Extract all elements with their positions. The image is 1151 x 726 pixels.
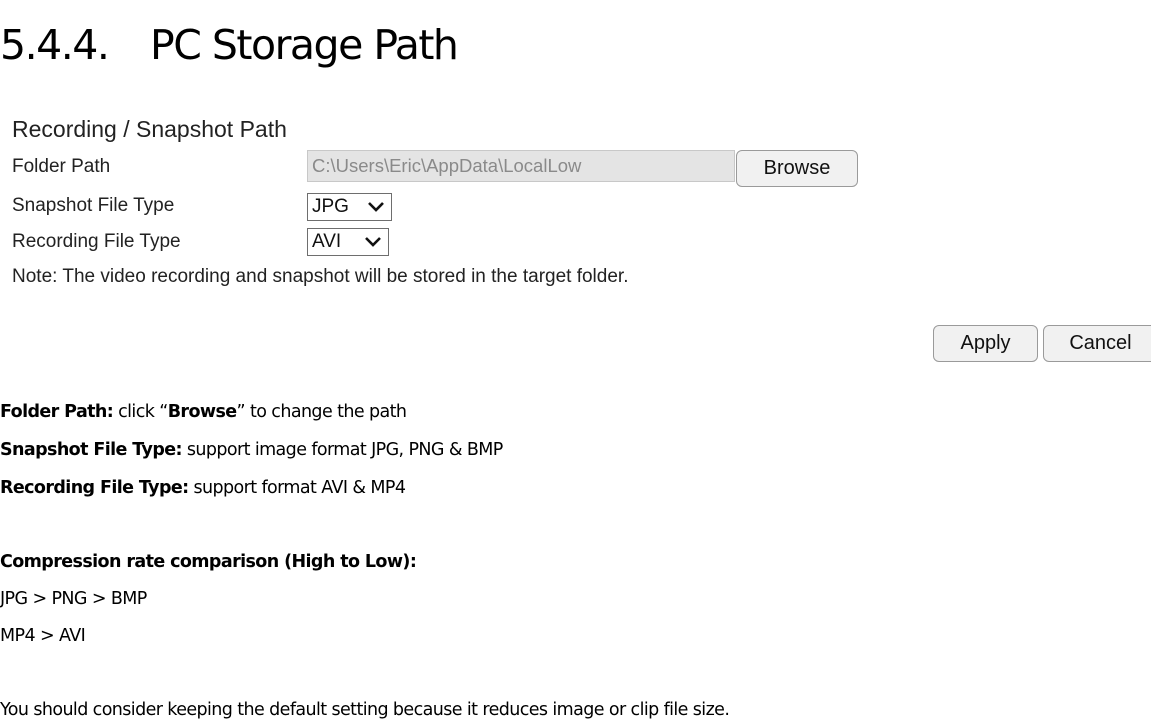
recording-file-type-value: AVI <box>312 231 342 252</box>
browse-button[interactable]: Browse <box>736 150 858 187</box>
chevron-down-icon <box>365 237 381 247</box>
section-heading: 5.4.4. PC Storage Path <box>0 21 459 70</box>
snapshot-text: support image format JPG, PNG & BMP <box>181 440 503 460</box>
recording-file-type-select[interactable]: AVI <box>307 228 389 256</box>
chevron-down-icon <box>368 202 384 212</box>
snapshot-term: Snapshot File Type: <box>0 440 183 460</box>
storage-note: Note: The video recording and snapshot w… <box>12 266 629 287</box>
compression-heading: Compression rate comparison (High to Low… <box>0 552 417 572</box>
folder-path-text-post: ” to change the path <box>236 402 407 422</box>
section-title: PC Storage Path <box>150 21 459 70</box>
folder-path-term: Folder Path: <box>0 402 114 422</box>
snapshot-description: Snapshot File Type: support image format… <box>0 440 503 460</box>
snapshot-file-type-label: Snapshot File Type <box>12 195 175 216</box>
panel-title: Recording / Snapshot Path <box>12 116 287 142</box>
apply-button[interactable]: Apply <box>933 325 1038 362</box>
image-compression-order: JPG > PNG > BMP <box>0 589 147 609</box>
recording-description: Recording File Type: support format AVI … <box>0 478 406 498</box>
browse-term: Browse <box>167 402 237 422</box>
folder-path-text-pre: click “ <box>113 402 168 422</box>
recording-term: Recording File Type: <box>0 478 189 498</box>
section-number: 5.4.4. <box>0 21 110 70</box>
snapshot-file-type-select[interactable]: JPG <box>307 193 392 221</box>
folder-path-description: Folder Path: click “Browse” to change th… <box>0 402 407 422</box>
video-compression-order: MP4 > AVI <box>0 626 86 646</box>
folder-path-label: Folder Path <box>12 156 111 177</box>
recording-file-type-label: Recording File Type <box>12 231 181 252</box>
cancel-button[interactable]: Cancel <box>1043 325 1151 362</box>
recording-text: support format AVI & MP4 <box>188 478 406 498</box>
advice-text: You should consider keeping the default … <box>0 700 730 720</box>
folder-path-input[interactable] <box>307 150 735 182</box>
snapshot-file-type-value: JPG <box>312 196 349 217</box>
